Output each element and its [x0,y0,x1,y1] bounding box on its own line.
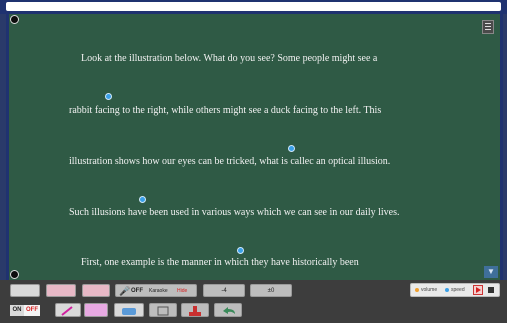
window-top-bar [0,0,507,14]
resize-handle-top-left[interactable] [10,15,19,24]
audio-marker-dot[interactable] [105,93,112,100]
menu-icon[interactable] [482,20,494,34]
color-picker-button[interactable] [84,303,108,317]
pen-icon [61,306,73,316]
audio-controls: 🎤 OFF Karaoke Hide [115,284,197,297]
undo-icon [223,307,235,314]
font-size-stepper[interactable]: -4 [203,284,245,297]
stamp-button[interactable] [181,303,209,317]
karaoke-label[interactable]: Karaoke [149,285,168,297]
text-line-2: rabbit facing to the right, while others… [69,105,382,116]
off-toggle[interactable]: OFF [24,305,40,316]
text-line-4: Such illusions have been used in various… [69,207,400,218]
audio-marker-dot[interactable] [288,145,295,152]
note-icon [157,306,169,316]
page-view-button[interactable] [10,284,40,297]
audio-marker-dot[interactable] [139,196,146,203]
speed-label[interactable]: speed [451,284,465,296]
play-icon [476,287,481,293]
note-button[interactable] [149,303,177,317]
on-toggle[interactable]: ON [10,305,24,316]
mic-off-label[interactable]: OFF [131,285,143,297]
resize-handle-bottom-left[interactable] [10,270,19,279]
scroll-down-icon[interactable]: ▼ [484,266,498,278]
line-spacing-stepper[interactable]: ±0 [250,284,292,297]
text-line-3: illustration shows how our eyes can be t… [69,156,391,167]
speed-dot-icon [445,288,449,292]
play-button[interactable] [473,285,483,295]
microphone-icon[interactable]: 🎤 [119,285,130,297]
text-line-1: Look at the illustration below. What do … [81,53,378,64]
playback-panel: volume speed [410,283,500,297]
pen-tool-button[interactable] [55,303,81,317]
title-strip [6,2,501,11]
chalkboard-reading-area: Look at the illustration below. What do … [6,14,503,280]
font-size-value: -4 [221,288,227,294]
line-spacing-value: ±0 [267,288,275,294]
mask-view-button[interactable] [82,284,110,297]
eraser-button[interactable] [114,303,144,317]
volume-label[interactable]: volume [421,284,437,296]
audio-marker-dot[interactable] [237,247,244,254]
eraser-icon [122,308,136,315]
text-line-5: First, one example is the manner in whic… [81,257,359,268]
hide-label[interactable]: Hide [177,285,187,297]
stamp-icon [189,306,201,316]
volume-dot-icon [415,288,419,292]
stop-icon[interactable] [488,287,494,293]
undo-button[interactable] [214,303,242,317]
highlight-view-button[interactable] [46,284,76,297]
